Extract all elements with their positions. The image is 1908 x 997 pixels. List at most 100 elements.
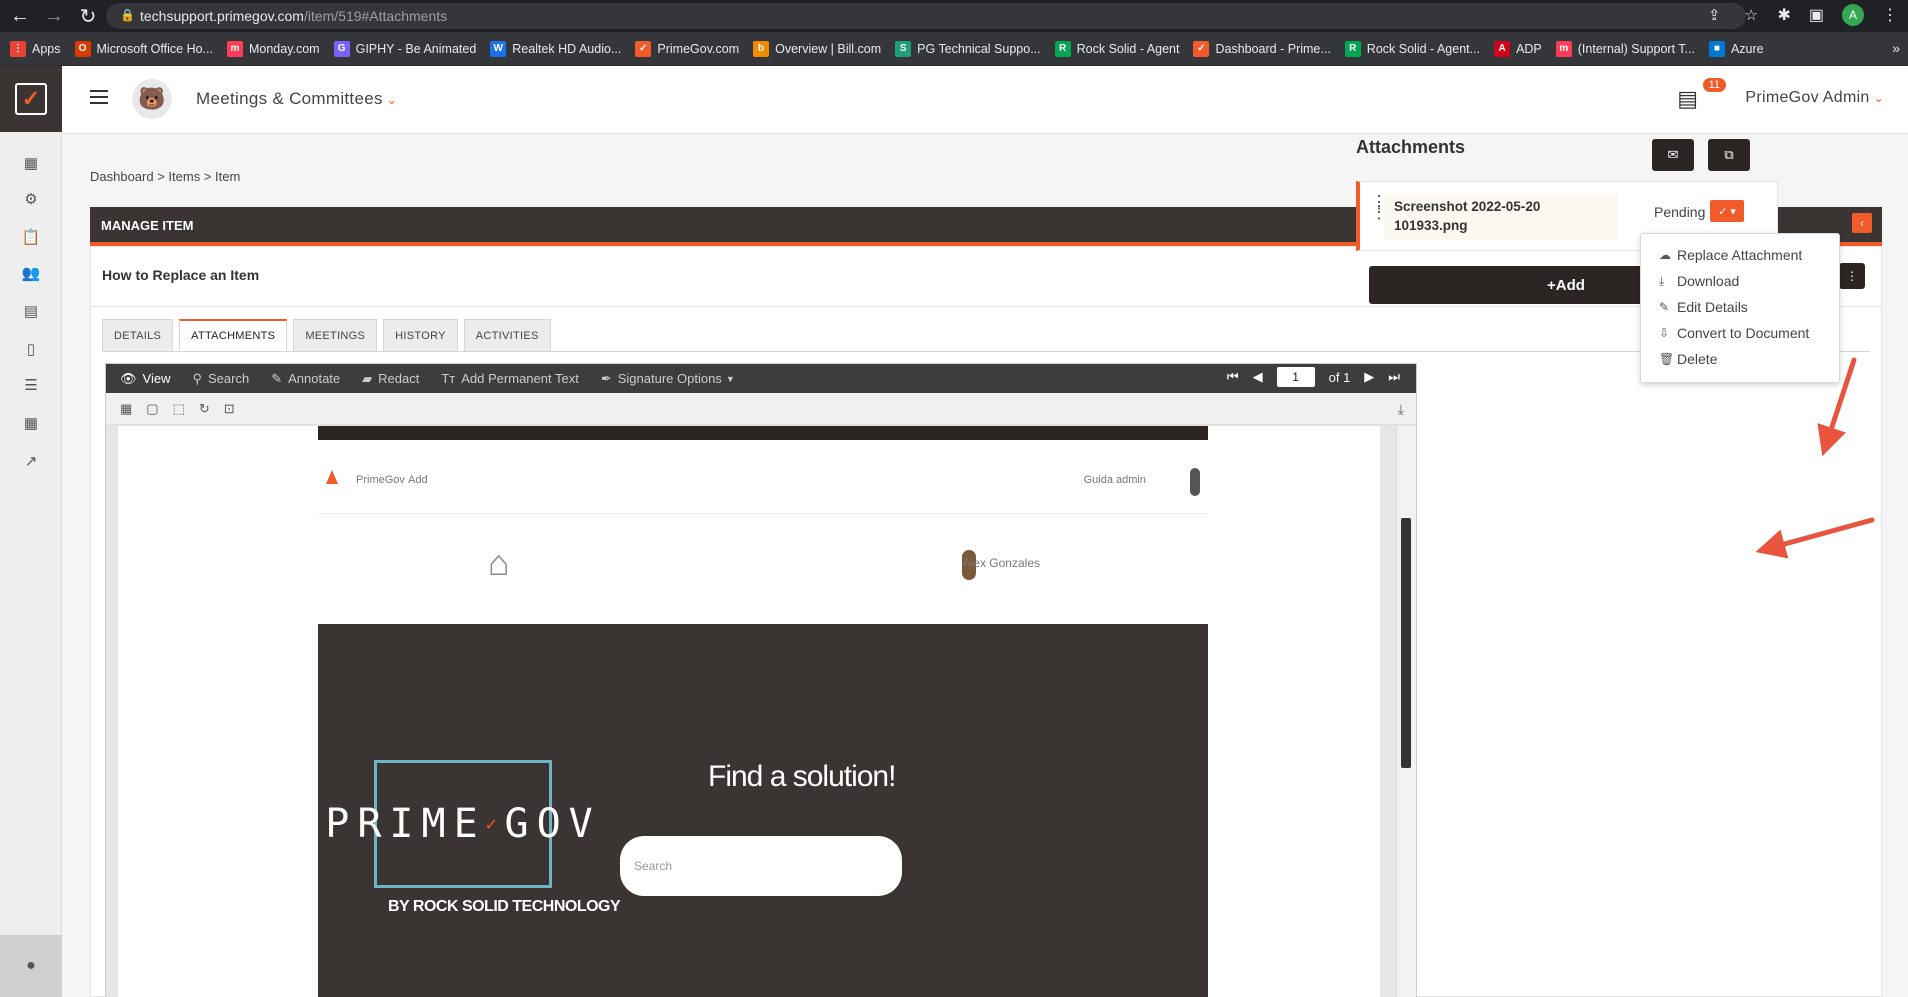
more-bookmarks-icon[interactable]: » (1892, 40, 1900, 56)
last-page-icon[interactable]: ⏭ (1388, 369, 1400, 385)
caret-down-icon: ▼ (725, 373, 735, 384)
menu-item-replace-attachment[interactable]: ☁ Replace Attachment (1641, 242, 1839, 268)
tab-meetings[interactable]: MEETINGS (293, 319, 378, 351)
tab-history[interactable]: HISTORY (383, 319, 458, 351)
address-bar[interactable]: 🔒 techsupport.primegov.com/item/519#Atta… (106, 3, 1746, 29)
share-icon[interactable]: ⇪ (1708, 6, 1721, 24)
viewer-scrollbar[interactable] (1396, 426, 1416, 997)
extensions-icon[interactable]: ✱ (1777, 5, 1790, 25)
bookmark-item[interactable]: R Rock Solid - Agent (1054, 40, 1179, 57)
email-attachment-button[interactable]: ✉ (1652, 139, 1694, 171)
bookmark-item[interactable]: G GIPHY - Be Animated (333, 40, 476, 57)
bookmark-favicon-icon: W (490, 40, 507, 57)
status-badge: Pending (1654, 204, 1706, 220)
eraser-icon: ▰ (362, 370, 373, 386)
tab-attachments[interactable]: ATTACHMENTS (179, 319, 288, 351)
list-icon[interactable]: ☰ (20, 374, 42, 396)
bookmark-label: (Internal) Support T... (1577, 41, 1695, 56)
menu-item-edit-details[interactable]: ✎ Edit Details (1641, 294, 1839, 320)
chevron-down-icon: ⌄ (386, 93, 398, 107)
bookmark-favicon-icon: ⋮ (10, 40, 26, 57)
browser-toolbar: ← → ↻ 🔒 techsupport.primegov.com/item/51… (0, 0, 1908, 32)
sidepanel-icon[interactable]: ▣ (1809, 5, 1824, 25)
module-switcher[interactable]: Meetings & Committees ⌄ (196, 89, 397, 109)
attachment-file-name[interactable]: Screenshot 2022-05-20 101933.png (1384, 194, 1618, 240)
logo-subtitle: BY ROCK SOLID TECHNOLOGY (388, 898, 621, 915)
user-name: PrimeGov Admin (1745, 89, 1870, 106)
bookmark-label: ADP (1516, 41, 1542, 56)
text-icon: Tт (441, 371, 456, 386)
tab-details[interactable]: DETAILS (102, 319, 174, 351)
bookmark-item[interactable]: W Realtek HD Audio... (490, 40, 621, 57)
bookmark-item[interactable]: O Microsoft Office Ho... (74, 40, 213, 57)
view-tool[interactable]: 👁 View (120, 371, 170, 387)
forward-icon[interactable]: → (40, 2, 68, 30)
hero-search-field: Search (620, 836, 902, 896)
gear-icon[interactable]: ⚙ (20, 188, 42, 210)
bookmark-item[interactable]: m (Internal) Support T... (1555, 40, 1695, 57)
dashboard-icon[interactable]: ▦ (20, 152, 42, 174)
bookmark-item[interactable]: R Rock Solid - Agent... (1344, 40, 1480, 57)
document-icon[interactable]: ▤ (20, 300, 42, 322)
user-icon[interactable]: ● (0, 935, 62, 997)
file-icon[interactable]: ▯ (20, 338, 42, 360)
users-icon[interactable]: 👥 (20, 262, 42, 284)
bookmark-item[interactable]: b Overview | Bill.com (753, 40, 881, 57)
more-options-button[interactable]: ⋮ (1839, 263, 1865, 289)
reload-icon[interactable]: ↻ (74, 2, 102, 30)
attachment-actions-dropdown[interactable]: ✓ ▾ (1710, 200, 1744, 222)
calendar-icon[interactable]: ▦ (20, 412, 42, 434)
bookmark-item[interactable]: A ADP (1494, 40, 1542, 57)
bookmark-item[interactable]: ■ Azure (1708, 40, 1764, 57)
page-number-input[interactable]: 1 (1276, 367, 1315, 387)
menu-icon[interactable]: ⋮ (1882, 5, 1898, 25)
bookmark-item[interactable]: ⋮ Apps (10, 40, 61, 57)
first-page-icon[interactable]: ⏮ (1227, 369, 1239, 385)
panel-title: MANAGE ITEM (101, 218, 194, 233)
comment-icon[interactable]: ▢ (146, 401, 158, 417)
bookmark-item[interactable]: ✓ Dashboard - Prime... (1193, 40, 1331, 57)
chevron-down-icon: ⌄ (1873, 91, 1884, 105)
scroll-thumb[interactable] (1401, 518, 1411, 768)
breadcrumb[interactable]: Dashboard > Items > Item (90, 169, 240, 184)
fit-page-icon[interactable]: ⊡ (224, 401, 235, 417)
menu-item-label: Delete (1677, 351, 1718, 367)
back-icon[interactable]: ← (6, 2, 34, 30)
bookmark-label: Monday.com (248, 41, 320, 56)
chart-icon[interactable]: ↗ (20, 450, 42, 472)
viewer-subtoolbar: ▦ ▢ ⬚ ↻ ⊡ (106, 393, 1416, 425)
select-icon[interactable]: ⬚ (173, 401, 185, 417)
notifications-clipboard-icon[interactable]: ▤ (1677, 86, 1698, 112)
rotate-icon[interactable]: ↻ (199, 401, 210, 417)
bookmark-label: PrimeGov.com (657, 41, 740, 56)
annotate-tool[interactable]: ✎ Annotate (271, 371, 340, 387)
user-menu[interactable]: PrimeGov Admin ⌄ (1745, 89, 1884, 107)
search-tool[interactable]: ⚲ Search (192, 371, 249, 387)
permanent-text-tool[interactable]: Tт Add Permanent Text (441, 371, 578, 386)
bookmark-item[interactable]: S PG Technical Suppo... (895, 40, 1041, 57)
menu-item-convert-to-document[interactable]: ⇩ Convert to Document (1641, 320, 1839, 346)
clipboard-icon[interactable]: 📋 (20, 226, 42, 248)
url-path: /item/519#Attachments (303, 8, 448, 24)
star-icon[interactable]: ☆ (1745, 6, 1758, 24)
profile-avatar[interactable]: A (1842, 4, 1864, 26)
bookmark-item[interactable]: m Monday.com (226, 40, 320, 57)
collapse-button[interactable]: ‹ (1852, 213, 1872, 233)
menu-item-download[interactable]: ⤓ Download (1641, 268, 1839, 294)
signature-tool[interactable]: ✒ Signature Options ▼ (601, 371, 735, 387)
redact-tool[interactable]: ▰ Redact (362, 371, 419, 387)
bookmark-item[interactable]: ✓ PrimeGov.com (635, 40, 740, 57)
hamburger-icon[interactable] (90, 90, 108, 104)
prev-page-icon[interactable]: ◀ (1253, 369, 1263, 385)
viewer-toolbar: 👁 View ⚲ Search ✎ Annotate ▰ Redact Tт Add Pe… (106, 364, 1416, 393)
document-viewer: 👁 View ⚲ Search ✎ Annotate ▰ Redact Tт Add Pe… (105, 363, 1417, 997)
menu-item-delete[interactable]: 🗑 Delete (1641, 346, 1839, 372)
document-canvas[interactable]: PrimeGov Add Guida admin ⌂ Alex Gonzales… (118, 426, 1380, 997)
thumbnails-icon[interactable]: ▦ (120, 401, 132, 417)
tab-activities[interactable]: ACTIVITIES (463, 319, 551, 351)
bookmark-favicon-icon: R (1054, 40, 1071, 57)
next-page-icon[interactable]: ▶ (1364, 369, 1374, 385)
download-icon[interactable]: ⤓ (1398, 401, 1404, 418)
external-link-button[interactable]: ⧉ (1708, 139, 1750, 171)
app-logo[interactable]: ✓ (0, 66, 62, 132)
